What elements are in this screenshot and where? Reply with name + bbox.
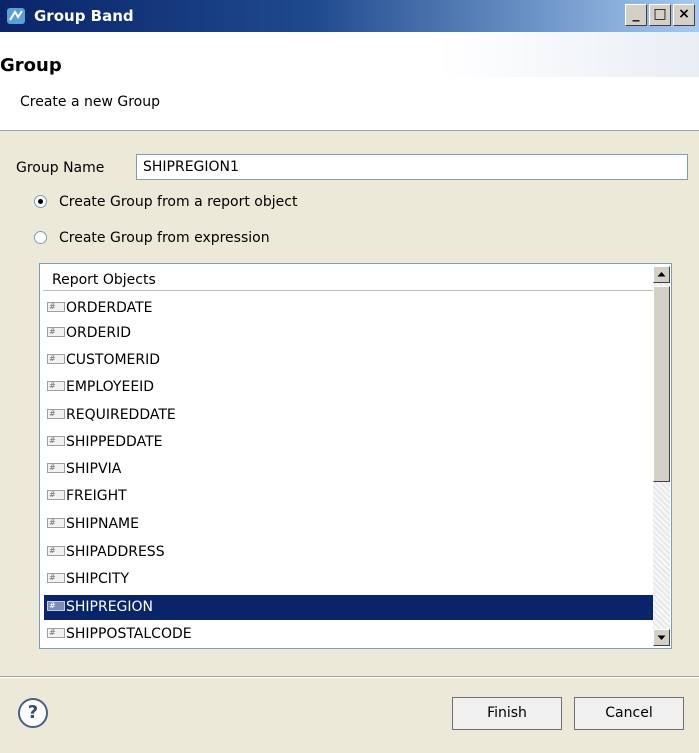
field-icon: # [47,546,65,556]
radio-label: Create Group from a report object [59,194,298,210]
field-icon: # [47,354,65,364]
list-item[interactable]: # SHIPADDRESS [44,540,653,565]
field-icon: # [47,573,65,583]
list-column-header-label: Report Objects [52,272,156,288]
cancel-button[interactable]: Cancel [574,697,684,730]
dialog-header: Group Create a new Group [0,32,699,131]
radio-button-checked[interactable] [34,195,47,208]
scroll-thumb[interactable] [653,286,670,482]
list-item-label: ORDERDATE [66,300,153,316]
list-item-label: SHIPADDRESS [66,544,165,560]
list-item[interactable]: # EMPLOYEEID [44,375,653,400]
scroll-up-button[interactable] [653,266,670,283]
chevron-down-icon [657,635,666,640]
group-name-label: Group Name [16,160,105,176]
list-item[interactable]: # SHIPNAME [44,512,653,537]
list-item[interactable]: # REQUIREDDATE [44,403,653,428]
footer-separator-highlight [0,677,699,678]
list-item[interactable]: # ORDERDATE [44,296,653,321]
maximize-button[interactable]: □ [649,4,671,26]
list-item[interactable]: # CUSTOMERID [44,348,653,373]
window-title: Group Band [34,7,134,25]
list-item-selected[interactable]: # SHIPREGION [44,595,653,620]
field-icon: # [47,518,65,528]
list-item[interactable]: # SHIPPOSTALCODE [44,622,653,647]
list-item[interactable]: # ORDERID [44,321,653,346]
field-icon: # [47,302,65,312]
finish-button[interactable]: Finish [452,697,562,730]
list-item-label: ORDERID [66,325,132,341]
app-icon [7,8,25,24]
close-button[interactable]: × [673,4,695,26]
radio-label: Create Group from expression [59,230,270,246]
list-item[interactable]: # SHIPPEDDATE [44,430,653,455]
title-bar[interactable]: Group Band _ □ × [0,0,699,32]
list-item-label: EMPLOYEEID [66,379,155,395]
scroll-down-button[interactable] [653,629,670,646]
header-gradient [439,32,699,77]
page-description: Create a new Group [20,94,161,110]
list-item-label: SHIPPOSTALCODE [66,626,192,642]
list-item-label: CUSTOMERID [66,352,161,368]
list-item-label: SHIPVIA [66,461,122,477]
help-icon[interactable]: ? [18,698,48,728]
list-item-label: FREIGHT [66,488,127,504]
field-icon: # [47,463,65,473]
field-icon: # [47,628,65,638]
field-icon: # [47,490,65,500]
page-title: Group [0,55,62,76]
list-item[interactable]: # SHIPVIA [44,457,653,482]
list-item-label: SHIPCITY [66,571,129,587]
field-icon: # [47,601,65,611]
field-icon: # [47,381,65,391]
chevron-up-icon [657,272,666,277]
list-item-label: SHIPNAME [66,516,139,532]
list-item-label: SHIPPEDDATE [66,434,163,450]
field-icon: # [47,327,65,337]
vertical-scrollbar[interactable] [653,266,670,646]
list-item-label: REQUIREDDATE [66,407,176,423]
list-item-label: SHIPREGION [66,599,154,615]
list-item[interactable]: # SHIPCITY [44,567,653,592]
group-name-input[interactable] [136,154,688,180]
minimize-button[interactable]: _ [625,4,647,26]
field-icon: # [47,436,65,446]
list-item[interactable]: # FREIGHT [44,484,653,509]
radio-button-unchecked[interactable] [34,231,47,244]
field-icon: # [47,409,65,419]
